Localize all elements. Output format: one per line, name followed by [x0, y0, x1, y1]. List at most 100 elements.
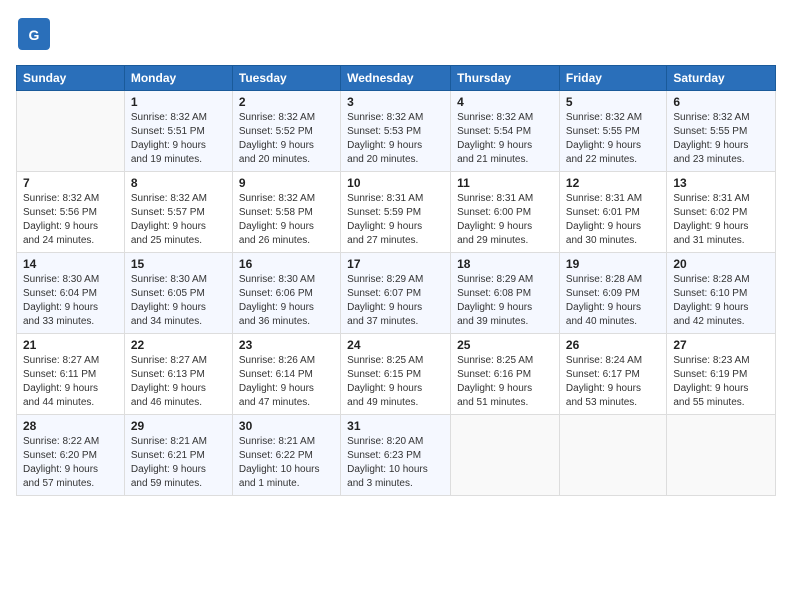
calendar-cell: 30 Sunrise: 8:21 AM Sunset: 6:22 PM Dayli…	[232, 415, 340, 496]
day-number: 15	[131, 257, 226, 271]
calendar-day-header: Saturday	[667, 66, 776, 91]
calendar-cell: 16 Sunrise: 8:30 AM Sunset: 6:06 PM Dayli…	[232, 253, 340, 334]
calendar-cell	[17, 91, 125, 172]
day-number: 30	[239, 419, 334, 433]
day-info: Sunrise: 8:26 AM Sunset: 6:14 PM Dayligh…	[239, 354, 334, 410]
calendar-day-header: Wednesday	[341, 66, 451, 91]
day-number: 3	[347, 95, 444, 109]
calendar-day-header: Tuesday	[232, 66, 340, 91]
calendar-day-header: Sunday	[17, 66, 125, 91]
calendar-cell: 31 Sunrise: 8:20 AM Sunset: 6:23 PM Dayli…	[341, 415, 451, 496]
day-number: 28	[23, 419, 118, 433]
calendar-cell: 10 Sunrise: 8:31 AM Sunset: 5:59 PM Dayli…	[341, 172, 451, 253]
day-number: 25	[457, 338, 553, 352]
calendar-cell: 15 Sunrise: 8:30 AM Sunset: 6:05 PM Dayli…	[124, 253, 232, 334]
day-number: 31	[347, 419, 444, 433]
day-info: Sunrise: 8:32 AM Sunset: 5:54 PM Dayligh…	[457, 111, 553, 167]
day-info: Sunrise: 8:30 AM Sunset: 6:05 PM Dayligh…	[131, 273, 226, 329]
calendar-cell: 13 Sunrise: 8:31 AM Sunset: 6:02 PM Dayli…	[667, 172, 776, 253]
day-number: 13	[673, 176, 769, 190]
day-number: 12	[566, 176, 660, 190]
calendar-cell: 8Sunrise: 8:32 AM Sunset: 5:57 PM Daylig…	[124, 172, 232, 253]
day-info: Sunrise: 8:32 AM Sunset: 5:52 PM Dayligh…	[239, 111, 334, 167]
calendar-cell: 5Sunrise: 8:32 AM Sunset: 5:55 PM Daylig…	[559, 91, 666, 172]
day-info: Sunrise: 8:28 AM Sunset: 6:09 PM Dayligh…	[566, 273, 660, 329]
day-info: Sunrise: 8:24 AM Sunset: 6:17 PM Dayligh…	[566, 354, 660, 410]
calendar-cell	[559, 415, 666, 496]
day-number: 7	[23, 176, 118, 190]
calendar-cell: 26 Sunrise: 8:24 AM Sunset: 6:17 PM Dayli…	[559, 334, 666, 415]
calendar-cell: 19 Sunrise: 8:28 AM Sunset: 6:09 PM Dayli…	[559, 253, 666, 334]
calendar-cell: 3 Sunrise: 8:32 AM Sunset: 5:53 PM Daylig…	[341, 91, 451, 172]
calendar-day-header: Friday	[559, 66, 666, 91]
calendar-cell: 14Sunrise: 8:30 AM Sunset: 6:04 PM Dayli…	[17, 253, 125, 334]
calendar-cell: 1 Sunrise: 8:32 AM Sunset: 5:51 PM Daylig…	[124, 91, 232, 172]
day-number: 5	[566, 95, 660, 109]
day-number: 24	[347, 338, 444, 352]
day-number: 22	[131, 338, 226, 352]
day-info: Sunrise: 8:27 AM Sunset: 6:13 PM Dayligh…	[131, 354, 226, 410]
calendar-cell: 22 Sunrise: 8:27 AM Sunset: 6:13 PM Dayli…	[124, 334, 232, 415]
calendar-cell: 20Sunrise: 8:28 AM Sunset: 6:10 PM Dayli…	[667, 253, 776, 334]
day-info: Sunrise: 8:32 AM Sunset: 5:51 PM Dayligh…	[131, 111, 226, 167]
day-number: 9	[239, 176, 334, 190]
calendar-cell: 28 Sunrise: 8:22 AM Sunset: 6:20 PM Dayli…	[17, 415, 125, 496]
day-info: Sunrise: 8:31 AM Sunset: 6:01 PM Dayligh…	[566, 192, 660, 248]
calendar-cell: 23 Sunrise: 8:26 AM Sunset: 6:14 PM Dayli…	[232, 334, 340, 415]
day-info: Sunrise: 8:32 AM Sunset: 5:53 PM Dayligh…	[347, 111, 444, 167]
calendar-cell: 12 Sunrise: 8:31 AM Sunset: 6:01 PM Dayli…	[559, 172, 666, 253]
day-number: 27	[673, 338, 769, 352]
day-info: Sunrise: 8:25 AM Sunset: 6:16 PM Dayligh…	[457, 354, 553, 410]
day-number: 21	[23, 338, 118, 352]
day-number: 6	[673, 95, 769, 109]
calendar-week-row: 14Sunrise: 8:30 AM Sunset: 6:04 PM Dayli…	[17, 253, 776, 334]
day-info: Sunrise: 8:21 AM Sunset: 6:21 PM Dayligh…	[131, 435, 226, 491]
calendar-cell: 9Sunrise: 8:32 AM Sunset: 5:58 PM Daylig…	[232, 172, 340, 253]
calendar-cell	[451, 415, 560, 496]
calendar-cell: 24Sunrise: 8:25 AM Sunset: 6:15 PM Dayli…	[341, 334, 451, 415]
day-number: 18	[457, 257, 553, 271]
day-number: 29	[131, 419, 226, 433]
calendar-week-row: 28 Sunrise: 8:22 AM Sunset: 6:20 PM Dayli…	[17, 415, 776, 496]
calendar-table: SundayMondayTuesdayWednesdayThursdayFrid…	[16, 65, 776, 496]
page: G SundayMondayTuesdayWednesdayThursdayFr…	[0, 0, 792, 612]
calendar-cell: 25 Sunrise: 8:25 AM Sunset: 6:16 PM Dayli…	[451, 334, 560, 415]
day-number: 23	[239, 338, 334, 352]
calendar-week-row: 7 Sunrise: 8:32 AM Sunset: 5:56 PM Daylig…	[17, 172, 776, 253]
calendar-cell: 17 Sunrise: 8:29 AM Sunset: 6:07 PM Dayli…	[341, 253, 451, 334]
calendar-week-row: 21 Sunrise: 8:27 AM Sunset: 6:11 PM Dayli…	[17, 334, 776, 415]
calendar-cell: 29 Sunrise: 8:21 AM Sunset: 6:21 PM Dayli…	[124, 415, 232, 496]
calendar-cell: 6 Sunrise: 8:32 AM Sunset: 5:55 PM Daylig…	[667, 91, 776, 172]
calendar-cell: 11Sunrise: 8:31 AM Sunset: 6:00 PM Dayli…	[451, 172, 560, 253]
svg-text:G: G	[29, 27, 40, 43]
calendar-cell	[667, 415, 776, 496]
day-info: Sunrise: 8:23 AM Sunset: 6:19 PM Dayligh…	[673, 354, 769, 410]
calendar-cell: 27 Sunrise: 8:23 AM Sunset: 6:19 PM Dayli…	[667, 334, 776, 415]
header: G	[16, 16, 776, 57]
day-info: Sunrise: 8:30 AM Sunset: 6:06 PM Dayligh…	[239, 273, 334, 329]
day-number: 2	[239, 95, 334, 109]
day-info: Sunrise: 8:32 AM Sunset: 5:55 PM Dayligh…	[673, 111, 769, 167]
day-info: Sunrise: 8:21 AM Sunset: 6:22 PM Dayligh…	[239, 435, 334, 491]
day-info: Sunrise: 8:28 AM Sunset: 6:10 PM Dayligh…	[673, 273, 769, 329]
day-number: 14	[23, 257, 118, 271]
day-info: Sunrise: 8:31 AM Sunset: 5:59 PM Dayligh…	[347, 192, 444, 248]
day-number: 26	[566, 338, 660, 352]
day-number: 8	[131, 176, 226, 190]
calendar-day-header: Monday	[124, 66, 232, 91]
day-number: 16	[239, 257, 334, 271]
day-info: Sunrise: 8:27 AM Sunset: 6:11 PM Dayligh…	[23, 354, 118, 410]
day-number: 17	[347, 257, 444, 271]
day-info: Sunrise: 8:20 AM Sunset: 6:23 PM Dayligh…	[347, 435, 444, 491]
day-info: Sunrise: 8:31 AM Sunset: 6:02 PM Dayligh…	[673, 192, 769, 248]
day-info: Sunrise: 8:22 AM Sunset: 6:20 PM Dayligh…	[23, 435, 118, 491]
day-number: 10	[347, 176, 444, 190]
calendar-header-row: SundayMondayTuesdayWednesdayThursdayFrid…	[17, 66, 776, 91]
day-info: Sunrise: 8:32 AM Sunset: 5:56 PM Dayligh…	[23, 192, 118, 248]
day-info: Sunrise: 8:29 AM Sunset: 6:08 PM Dayligh…	[457, 273, 553, 329]
day-info: Sunrise: 8:29 AM Sunset: 6:07 PM Dayligh…	[347, 273, 444, 329]
calendar-cell: 21 Sunrise: 8:27 AM Sunset: 6:11 PM Dayli…	[17, 334, 125, 415]
day-number: 1	[131, 95, 226, 109]
day-number: 19	[566, 257, 660, 271]
day-number: 11	[457, 176, 553, 190]
